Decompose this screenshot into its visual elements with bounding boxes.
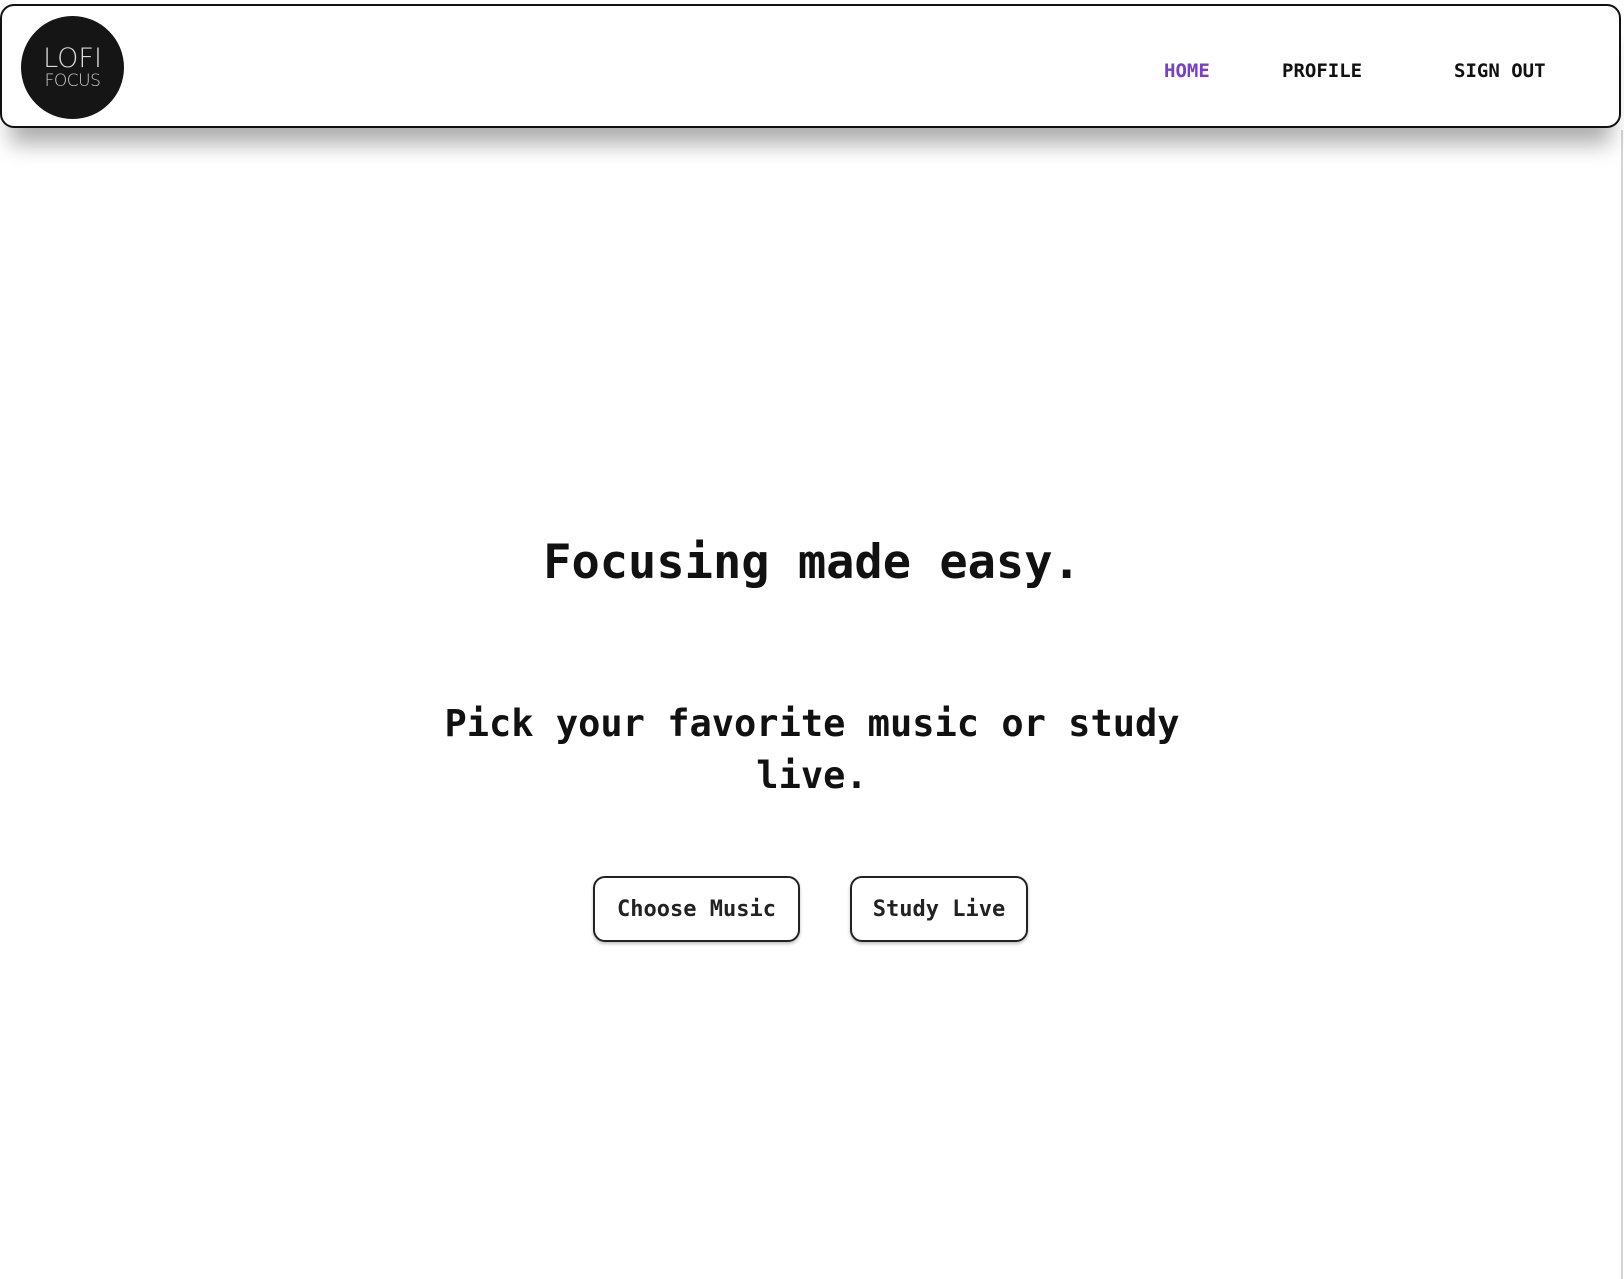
- hero-title: Focusing made easy.: [543, 535, 1081, 590]
- lofi-focus-logo[interactable]: LOFI FOCUS: [21, 16, 124, 119]
- study-live-button[interactable]: Study Live: [850, 876, 1028, 942]
- choose-music-button[interactable]: Choose Music: [593, 876, 800, 942]
- window-edge: [1621, 130, 1623, 1279]
- nav-home-link[interactable]: HOME: [1164, 60, 1210, 82]
- logo-text-line1: LOFI: [43, 42, 102, 74]
- nav-sign-out-link[interactable]: SIGN OUT: [1454, 60, 1546, 82]
- logo-text-line2: FOCUS: [44, 70, 101, 91]
- hero-subtitle: Pick your favorite music or study live.: [444, 702, 1180, 797]
- top-navbar: LOFI FOCUS HOME PROFILE SIGN OUT: [0, 4, 1621, 128]
- nav-profile-link[interactable]: PROFILE: [1282, 60, 1362, 82]
